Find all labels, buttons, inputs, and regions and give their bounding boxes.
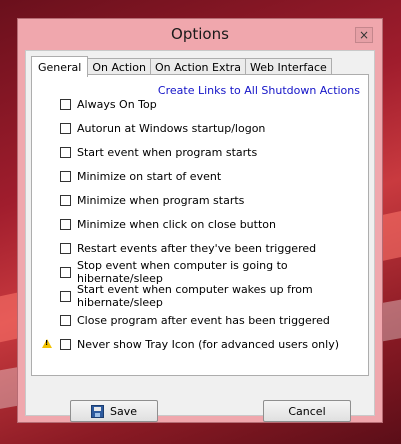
option-label: Minimize on start of event: [77, 169, 222, 183]
option-label: Minimize when program starts: [77, 193, 245, 207]
option-close-after-event[interactable]: Close program after event has been trigg…: [60, 312, 330, 328]
save-label: Save: [109, 404, 137, 418]
checkbox[interactable]: [60, 218, 71, 230]
options-dialog: Options × General On Action On Action Ex…: [17, 18, 383, 423]
checkbox[interactable]: [60, 314, 71, 326]
checkbox[interactable]: [60, 122, 71, 134]
option-label: Minimize when click on close button: [77, 217, 276, 231]
option-restart-events[interactable]: Restart events after they've been trigge…: [60, 240, 316, 256]
tab-strip: General On Action On Action Extra Web In…: [31, 56, 332, 77]
checkbox[interactable]: [60, 290, 71, 302]
option-minimize-on-close[interactable]: Minimize when click on close button: [60, 216, 276, 232]
tab-general[interactable]: General: [31, 56, 89, 77]
option-label: Autorun at Windows startup/logon: [77, 121, 266, 135]
option-label: Start event when program starts: [77, 145, 258, 159]
option-label: Stop event when computer is going to hib…: [77, 259, 288, 285]
option-label: Close program after event has been trigg…: [77, 313, 330, 327]
checkbox[interactable]: [60, 146, 71, 158]
cancel-label: Cancel: [288, 404, 326, 418]
option-label: Never show Tray Icon (for advanced users…: [77, 337, 340, 351]
create-links-link[interactable]: Create Links to All Shutdown Actions: [158, 84, 360, 97]
close-icon: ×: [358, 28, 370, 42]
save-button[interactable]: Save: [70, 400, 158, 422]
checkbox[interactable]: [60, 242, 71, 254]
checkbox[interactable]: [60, 194, 71, 206]
checkbox[interactable]: [60, 338, 71, 350]
checkbox[interactable]: [60, 266, 71, 278]
cancel-button[interactable]: Cancel: [263, 400, 351, 422]
floppy-disk-icon: [90, 404, 104, 418]
option-stop-on-hibernate[interactable]: Stop event when computer is going to hib…: [60, 259, 368, 285]
warning-triangle-icon: [42, 339, 52, 348]
option-minimize-on-start-of-event[interactable]: Minimize on start of event: [60, 168, 221, 184]
close-button[interactable]: ×: [355, 27, 373, 43]
title-bar[interactable]: Options ×: [18, 19, 382, 49]
option-never-show-tray-icon[interactable]: Never show Tray Icon (for advanced users…: [60, 336, 339, 352]
option-start-on-wake[interactable]: Start event when computer wakes up from …: [60, 283, 368, 309]
checkbox[interactable]: [60, 170, 71, 182]
option-label: Start event when computer wakes up from …: [77, 283, 313, 309]
dialog-client-area: General On Action On Action Extra Web In…: [25, 50, 375, 422]
option-label: Restart events after they've been trigge…: [77, 241, 317, 255]
checkbox[interactable]: [60, 98, 71, 110]
option-minimize-when-program-starts[interactable]: Minimize when program starts: [60, 192, 244, 208]
option-start-event-on-program-start[interactable]: Start event when program starts: [60, 144, 257, 160]
option-autorun[interactable]: Autorun at Windows startup/logon: [60, 120, 265, 136]
window-title: Options: [171, 25, 229, 43]
option-label: Always On Top: [77, 97, 157, 111]
general-tab-panel: Create Links to All Shutdown Actions Alw…: [31, 74, 369, 376]
option-always-on-top[interactable]: Always On Top: [60, 96, 157, 112]
